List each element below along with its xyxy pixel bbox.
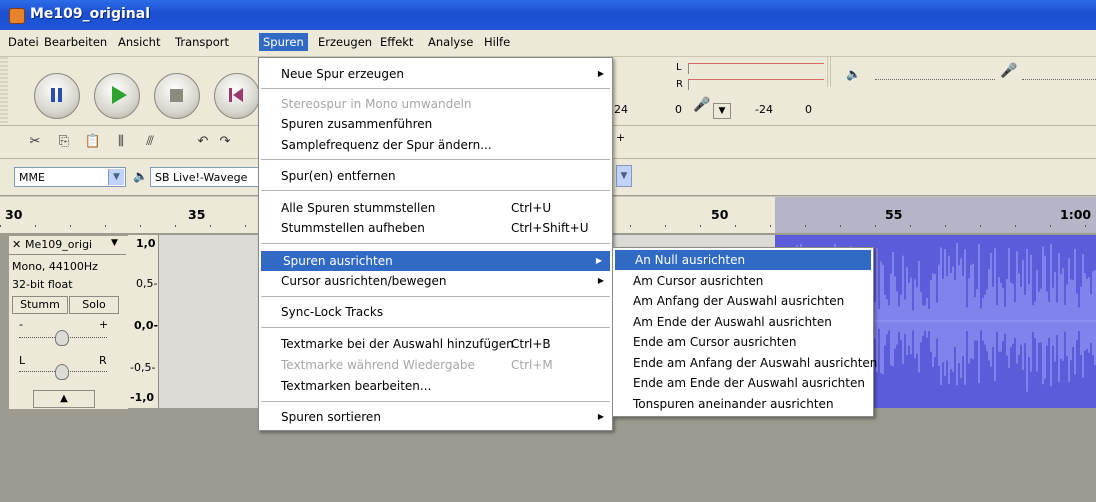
submenu-item-align-zero[interactable]: An Null ausrichten bbox=[615, 250, 871, 270]
menu-item-mix-tracks[interactable]: Spuren zusammenführen bbox=[259, 114, 612, 134]
spuren-menu: Neue Spur erzeugen ▶ Stereospur in Mono u… bbox=[258, 57, 613, 431]
vertical-scale: 1,0 0,5- 0,0- -0,5- -1,0 bbox=[128, 235, 159, 408]
undo-icon[interactable]: ↶ bbox=[190, 129, 216, 155]
playback-volume-icon: 🔈 bbox=[846, 67, 861, 81]
menu-ansicht[interactable]: Ansicht bbox=[118, 35, 160, 49]
meter-tick: 0 bbox=[675, 103, 682, 116]
window-title: Me109_original bbox=[30, 6, 151, 22]
close-icon[interactable]: ✕ bbox=[12, 238, 21, 251]
recording-volume-icon: 🎤 bbox=[1000, 63, 1018, 79]
menu-item-add-label-selection[interactable]: Textmarke bei der Auswahl hinzufügen Ctrl… bbox=[259, 334, 612, 354]
menu-item-align-cursor[interactable]: Cursor ausrichten/bewegen ▶ bbox=[259, 271, 612, 291]
track-control-panel: ✕ Me109_origi ▼ Mono, 44100Hz 32-bit flo… bbox=[8, 235, 129, 410]
submenu-item-align-selection-start[interactable]: Am Anfang der Auswahl ausrichten bbox=[613, 291, 873, 311]
chevron-down-icon: ▼ bbox=[108, 169, 124, 185]
menu-item-align-tracks[interactable]: Spuren ausrichten ▶ bbox=[261, 251, 610, 271]
audio-host-select[interactable]: MME ▼ bbox=[14, 167, 126, 187]
pan-left-label: L bbox=[19, 354, 26, 367]
menu-item-remove-tracks[interactable]: Spur(en) entfernen bbox=[259, 166, 612, 186]
menu-item-unmute-all[interactable]: Stummstellen aufheben Ctrl+Shift+U bbox=[259, 218, 612, 238]
menu-bearbeiten[interactable]: Bearbeiten bbox=[44, 35, 107, 49]
menu-item-sort-tracks[interactable]: Spuren sortieren ▶ bbox=[259, 407, 612, 427]
play-button[interactable] bbox=[94, 73, 140, 119]
menu-hilfe[interactable]: Hilfe bbox=[484, 35, 510, 49]
selection-band bbox=[775, 197, 1096, 233]
submenu-item-end-to-selection-end[interactable]: Ende am Ende der Auswahl ausrichten bbox=[613, 373, 873, 393]
menu-item-resample[interactable]: Samplefrequenz der Spur ändern... bbox=[259, 135, 612, 155]
menu-transport[interactable]: Transport bbox=[175, 35, 229, 49]
ruler-label: 1:00 bbox=[1060, 207, 1092, 222]
menu-bar: Datei Bearbeiten Ansicht Transport Spure… bbox=[0, 30, 1096, 57]
meter-label-l: L bbox=[676, 62, 682, 73]
meter-tick: -24 bbox=[755, 103, 773, 116]
mute-button[interactable]: Stumm bbox=[12, 296, 68, 314]
pan-slider-thumb[interactable] bbox=[55, 364, 69, 380]
paste-icon[interactable]: 📋 bbox=[80, 129, 106, 155]
meter-tick: 24 bbox=[614, 103, 628, 116]
skip-start-button[interactable] bbox=[214, 73, 260, 119]
collapse-track-button[interactable]: ▲ bbox=[33, 390, 95, 408]
microphone-icon[interactable]: 🎤 bbox=[693, 97, 710, 113]
scale-label: -0,5- bbox=[130, 361, 156, 374]
track-rate-info: Mono, 44100Hz bbox=[12, 260, 98, 273]
chevron-down-icon: ▼ bbox=[111, 238, 118, 248]
menu-item-new-track[interactable]: Neue Spur erzeugen ▶ bbox=[259, 64, 612, 84]
pause-button[interactable] bbox=[34, 73, 80, 119]
submenu-arrow-icon: ▶ bbox=[595, 256, 602, 265]
align-submenu: An Null ausrichten Am Cursor ausrichten … bbox=[612, 247, 877, 417]
gain-slider-thumb[interactable] bbox=[55, 330, 69, 346]
submenu-arrow-icon: ▶ bbox=[597, 69, 604, 78]
submenu-arrow-icon: ▶ bbox=[597, 412, 604, 421]
solo-button[interactable]: Solo bbox=[69, 296, 119, 314]
chevron-down-icon[interactable]: ▼ bbox=[616, 165, 632, 187]
submenu-arrow-icon: ▶ bbox=[597, 276, 604, 285]
scale-label: 0,5- bbox=[136, 277, 158, 290]
track-format-info: 32-bit float bbox=[12, 278, 73, 291]
menu-effekt[interactable]: Effekt bbox=[380, 35, 413, 49]
meter-tick: 0 bbox=[805, 103, 812, 116]
app-icon bbox=[9, 8, 25, 24]
submenu-item-end-to-selection-start[interactable]: Ende am Anfang der Auswahl ausrichten bbox=[613, 353, 877, 373]
ruler-label: 30 bbox=[5, 207, 23, 222]
gain-minus-label: - bbox=[19, 318, 23, 331]
trim-icon[interactable]: ⫼ bbox=[108, 129, 134, 155]
submenu-item-end-to-cursor[interactable]: Ende am Cursor ausrichten bbox=[613, 332, 873, 352]
triangle-up-icon: ▲ bbox=[60, 393, 68, 404]
scale-label: -1,0 bbox=[130, 391, 155, 404]
speaker-icon: 🔈 bbox=[133, 169, 148, 183]
pan-right-label: R bbox=[99, 354, 107, 367]
ruler-label: 35 bbox=[188, 207, 206, 222]
menu-erzeugen[interactable]: Erzeugen bbox=[318, 35, 372, 49]
menu-item-mute-all[interactable]: Alle Spuren stummstellen Ctrl+U bbox=[259, 198, 612, 218]
cut-icon[interactable]: ✂ bbox=[22, 129, 48, 155]
stop-button[interactable] bbox=[154, 73, 200, 119]
track-name-button[interactable]: ✕ Me109_origi ▼ bbox=[9, 236, 126, 255]
playback-volume-slider[interactable] bbox=[875, 77, 995, 80]
track-name: Me109_origi bbox=[25, 238, 93, 251]
title-bar: Me109_original bbox=[0, 0, 1096, 30]
menu-spuren[interactable]: Spuren bbox=[259, 33, 308, 51]
menu-item-sync-lock[interactable]: Sync-Lock Tracks bbox=[259, 302, 612, 322]
menu-datei[interactable]: Datei bbox=[8, 35, 39, 49]
menu-item-edit-labels[interactable]: Textmarken bearbeiten... bbox=[259, 376, 612, 396]
menu-item-add-label-playback: Textmarke während Wiedergabe Ctrl+M bbox=[281, 358, 553, 372]
scale-label: 1,0 bbox=[136, 237, 156, 250]
submenu-item-align-cursor[interactable]: Am Cursor ausrichten bbox=[613, 271, 873, 291]
copy-icon[interactable]: ⎘ bbox=[51, 129, 77, 155]
gain-plus-label: + bbox=[99, 318, 109, 331]
ruler-label: 50 bbox=[711, 207, 729, 222]
submenu-item-align-selection-end[interactable]: Am Ende der Auswahl ausrichten bbox=[613, 312, 873, 332]
submenu-item-tracks-end-to-end[interactable]: Tonspuren aneinander ausrichten bbox=[613, 394, 873, 414]
chevron-down-icon[interactable]: ▼ bbox=[713, 103, 731, 119]
menu-analyse[interactable]: Analyse bbox=[428, 35, 473, 49]
output-device-select[interactable]: SB Live!-Wavege bbox=[150, 167, 258, 187]
meter-label-r: R bbox=[676, 79, 683, 90]
recording-volume-slider[interactable] bbox=[1022, 77, 1096, 80]
ruler-label: 55 bbox=[885, 207, 903, 222]
silence-icon[interactable]: ⫻ bbox=[137, 129, 163, 155]
menu-item-stereo-to-mono: Stereospur in Mono umwandeln bbox=[281, 97, 472, 111]
redo-icon[interactable]: ↷ bbox=[216, 129, 234, 155]
meter-plus-icon: + bbox=[616, 131, 626, 144]
scale-label: 0,0- bbox=[134, 319, 159, 332]
